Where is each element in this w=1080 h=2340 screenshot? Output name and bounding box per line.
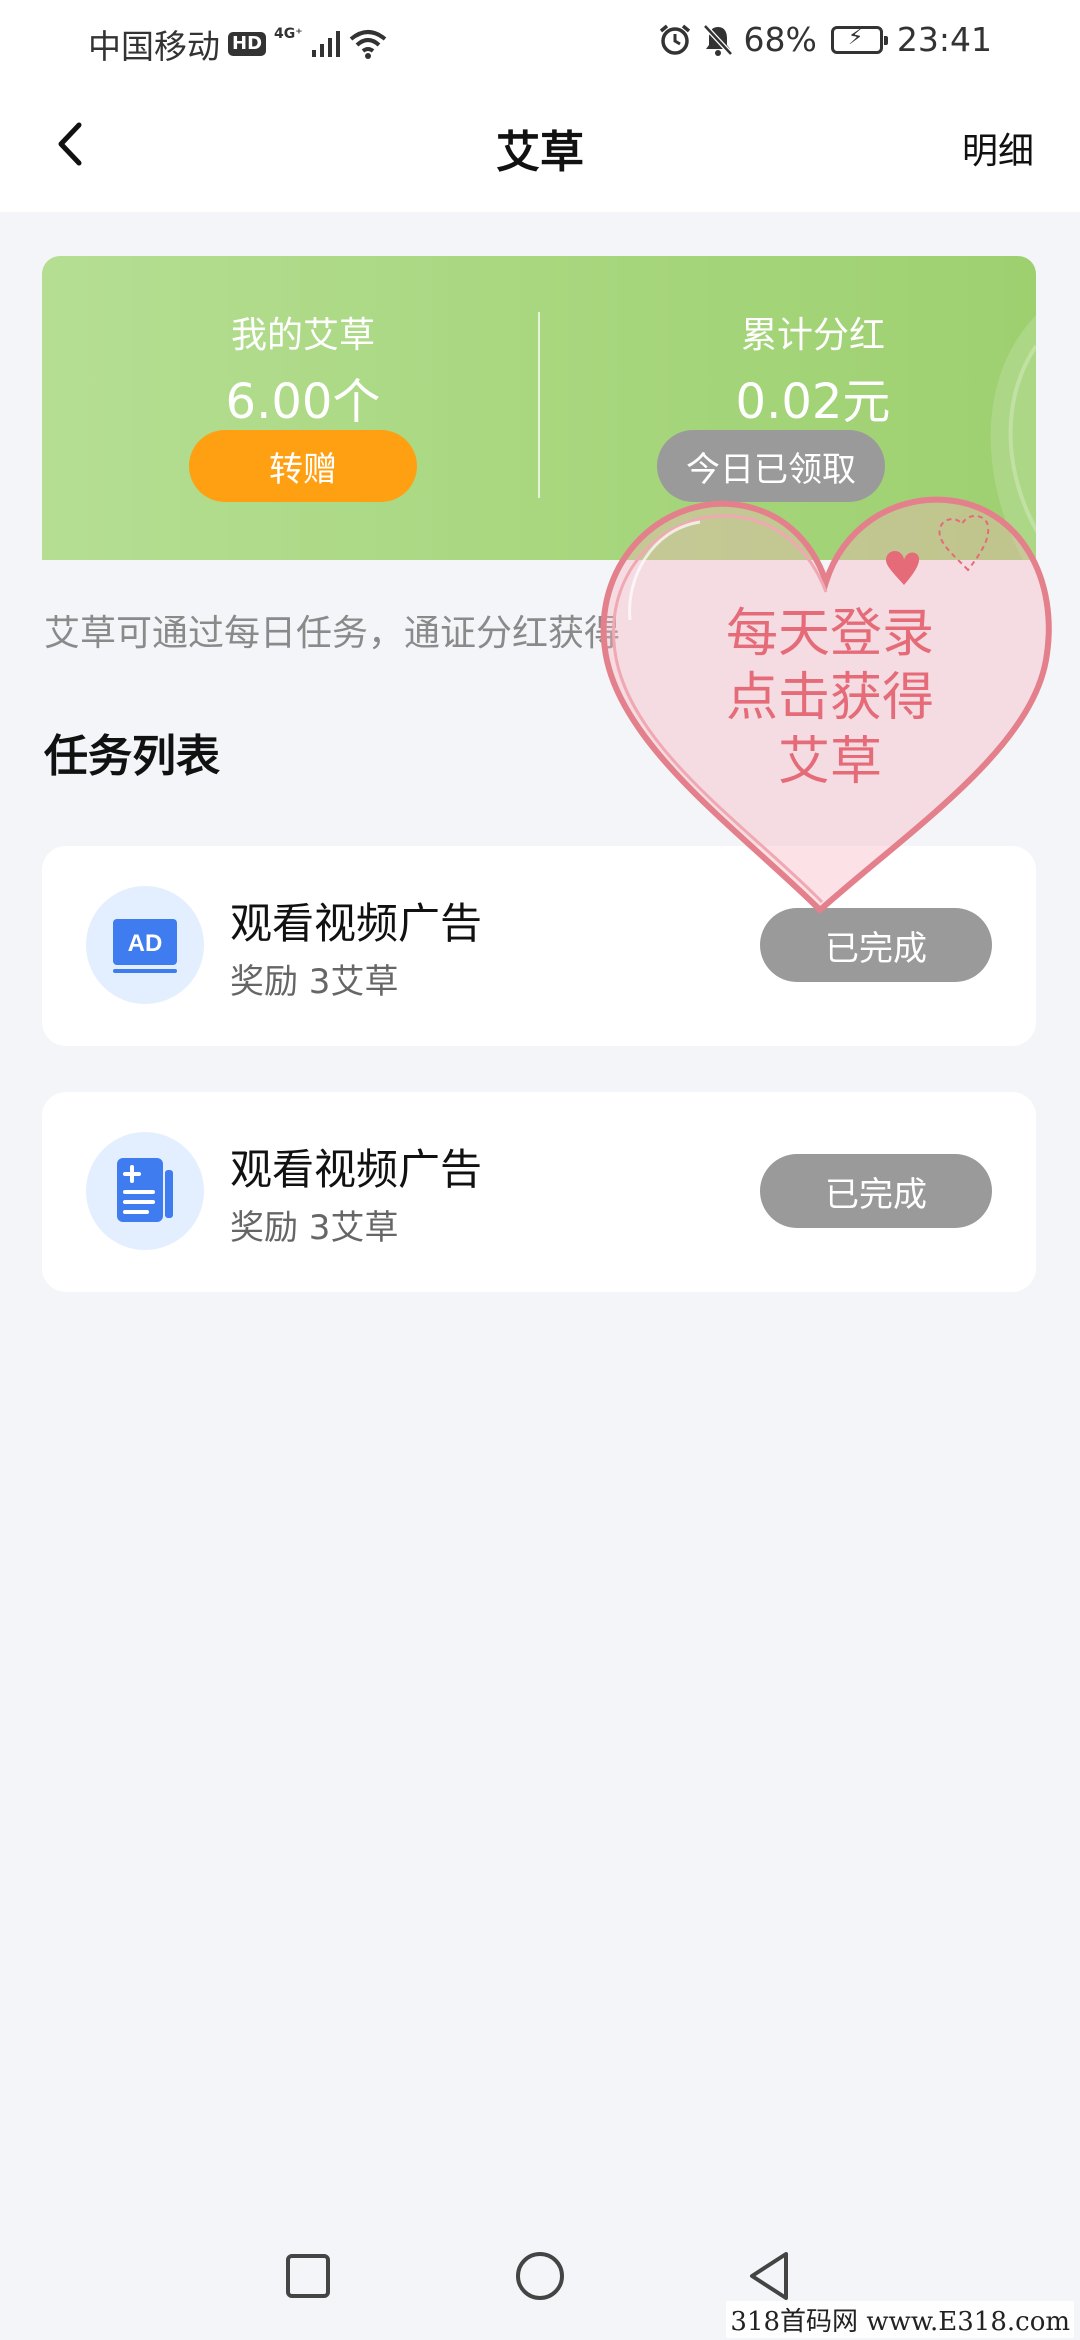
status-bar: 中国移动 HD 4G⁺ 68% ⚡ 23:41 (0, 0, 1080, 84)
ad-icon-text: AD (128, 930, 163, 957)
carrier-name: 中国移动 (88, 27, 220, 66)
task-status-button[interactable]: 已完成 (760, 908, 992, 982)
recents-button[interactable] (276, 2244, 340, 2308)
task-list-title: 任务列表 (44, 731, 220, 782)
claimed-today-button[interactable]: 今日已领取 (657, 430, 885, 502)
circle-icon (516, 2252, 564, 2300)
overlay-line-2: 点击获得 (725, 668, 934, 728)
note-add-icon (117, 1158, 173, 1222)
balance-card: 我的艾草 6.00个 累计分红 0.02元 转赠 今日已领取 (42, 256, 1036, 560)
mute-bell-icon (702, 23, 733, 56)
overlay-line-3: 艾草 (777, 732, 882, 792)
hd-badge: HD (228, 32, 267, 56)
task-icon-circle (86, 1132, 204, 1250)
wifi-icon (349, 30, 386, 59)
task-card: 观看视频广告 奖励 3艾草 已完成 (42, 1092, 1036, 1292)
network-type: 4G⁺ (274, 26, 303, 42)
task-status-button[interactable]: 已完成 (760, 1154, 992, 1228)
navigation-header: 艾草 明细 (0, 84, 1080, 212)
signal-icon (311, 31, 340, 57)
task-title: 观看视频广告 (230, 1145, 483, 1194)
my-aicao-value: 6.00个 (225, 374, 381, 430)
clock: 23:41 (896, 20, 992, 59)
status-right: 68% ⚡ 23:41 (658, 20, 992, 59)
page-title: 艾草 (496, 127, 584, 178)
back-nav-button[interactable] (738, 2244, 802, 2308)
battery-percent: 68% (743, 20, 817, 59)
card-divider (538, 312, 540, 498)
dividend-label: 累计分红 (740, 315, 885, 356)
status-left: 中国移动 HD 4G⁺ (88, 20, 387, 68)
overlay-line-1: 每天登录 (725, 604, 934, 664)
hint-text: 艾草可通过每日任务，通证分红获得 (44, 613, 621, 654)
task-reward: 奖励 3艾草 (230, 962, 399, 1002)
task-reward: 奖励 3艾草 (230, 1208, 399, 1248)
detail-button[interactable]: 明细 (962, 122, 1034, 174)
my-aicao-block: 我的艾草 6.00个 (93, 306, 513, 432)
task-title: 观看视频广告 (230, 899, 483, 948)
watermark: 318首码网 www.E318.com (726, 2301, 1074, 2338)
task-card: AD 观看视频广告 奖励 3艾草 已完成 (42, 846, 1036, 1046)
dividend-value: 0.02元 (735, 374, 891, 430)
dividend-block: 累计分红 0.02元 (603, 306, 1023, 432)
ad-icon: AD (113, 919, 177, 973)
transfer-button[interactable]: 转赠 (189, 430, 417, 502)
square-icon (286, 2254, 330, 2298)
alarm-icon (659, 24, 690, 55)
battery-icon: ⚡ (830, 25, 888, 54)
home-button[interactable] (508, 2244, 572, 2308)
my-aicao-label: 我的艾草 (230, 315, 375, 356)
task-icon-circle: AD (86, 886, 204, 1004)
triangle-back-icon (750, 2252, 788, 2300)
